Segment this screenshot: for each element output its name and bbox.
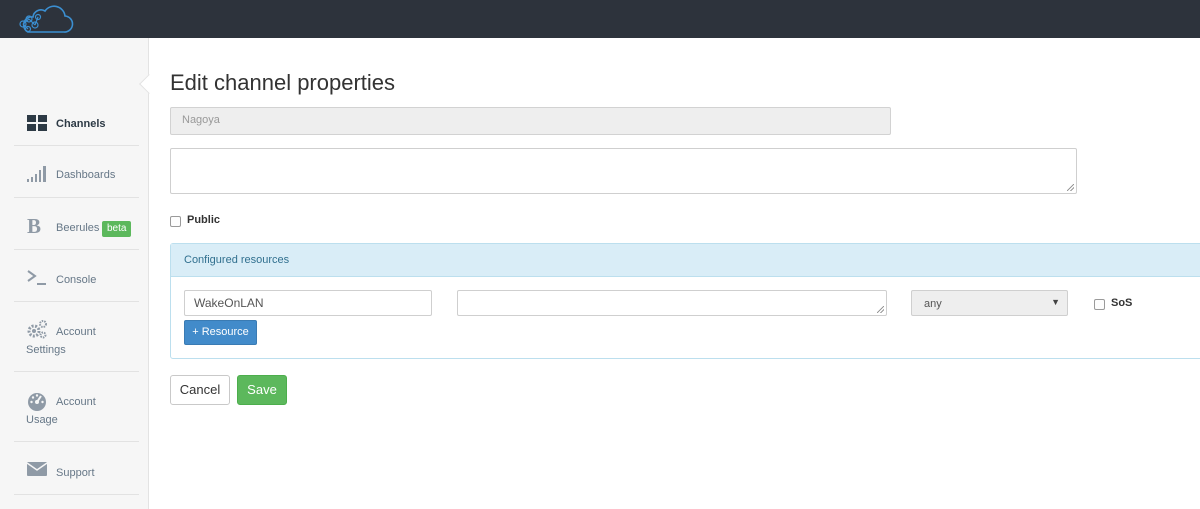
- add-resource-button[interactable]: + Resource: [184, 320, 257, 345]
- sidebar-item-beerules[interactable]: B Beerules beta: [14, 198, 139, 250]
- cancel-button[interactable]: Cancel: [170, 375, 230, 405]
- save-button[interactable]: Save: [237, 375, 287, 405]
- caret-down-icon: ▼: [1051, 297, 1060, 307]
- resources-panel-title: Configured resources: [184, 254, 290, 266]
- sidebar-item-channels[interactable]: Channels: [14, 104, 139, 146]
- sos-label: SoS: [1111, 297, 1133, 309]
- terminal-prompt-icon: [27, 270, 46, 285]
- sidebar-item-label: Account: [56, 326, 96, 338]
- sidebar-item-account-settings[interactable]: Account Settings: [14, 302, 139, 372]
- channel-description-field[interactable]: [170, 148, 1077, 194]
- resource-type-value: any: [924, 298, 942, 310]
- sos-checkbox[interactable]: [1094, 299, 1105, 310]
- channel-name-field[interactable]: Nagoya: [170, 107, 891, 135]
- sidebar-item-account-usage[interactable]: Account Usage: [14, 372, 139, 442]
- resources-panel: Configured resources WakeOnLAN any ▼ SoS…: [170, 243, 1200, 359]
- sidebar-item-support[interactable]: Support: [14, 442, 139, 495]
- beta-badge: beta: [102, 221, 132, 237]
- letter-b-icon: B: [27, 214, 41, 236]
- sidebar-item-label: Console: [56, 274, 97, 286]
- sidebar-item-label: Account: [56, 396, 96, 408]
- sidebar-item-label: Settings: [26, 344, 66, 356]
- sidebar-item-label: Dashboards: [56, 169, 116, 181]
- resource-name-field[interactable]: WakeOnLAN: [184, 290, 432, 316]
- cloud-network-logo-icon[interactable]: [14, 2, 76, 36]
- grid-icon: [27, 115, 47, 131]
- gears-icon: [27, 320, 47, 339]
- sidebar-item-dashboards[interactable]: Dashboards: [14, 146, 139, 198]
- sidebar: Channels Dashboards B Beerules beta Cons…: [0, 38, 149, 509]
- sidebar-item-label: Usage: [26, 414, 58, 426]
- public-label: Public: [187, 214, 221, 226]
- sidebar-item-console[interactable]: Console: [14, 250, 139, 302]
- resize-grip-icon[interactable]: [1067, 184, 1074, 191]
- public-checkbox[interactable]: [170, 216, 181, 227]
- resource-type-select[interactable]: any ▼: [911, 290, 1068, 316]
- resource-description-field[interactable]: [457, 290, 887, 316]
- svg-text:B: B: [27, 214, 41, 236]
- sidebar-item-label: Channels: [56, 118, 106, 130]
- sidebar-item-label: Beerules: [56, 222, 100, 234]
- sidebar-item-label: Support: [56, 467, 95, 479]
- page-title: Edit channel properties: [170, 70, 396, 95]
- top-bar: [0, 0, 1200, 38]
- resize-grip-icon[interactable]: [877, 306, 884, 313]
- signal-bars-icon: [27, 166, 46, 182]
- resources-panel-header: Configured resources: [171, 244, 1200, 277]
- envelope-icon: [26, 462, 48, 476]
- gauge-icon: [28, 393, 46, 411]
